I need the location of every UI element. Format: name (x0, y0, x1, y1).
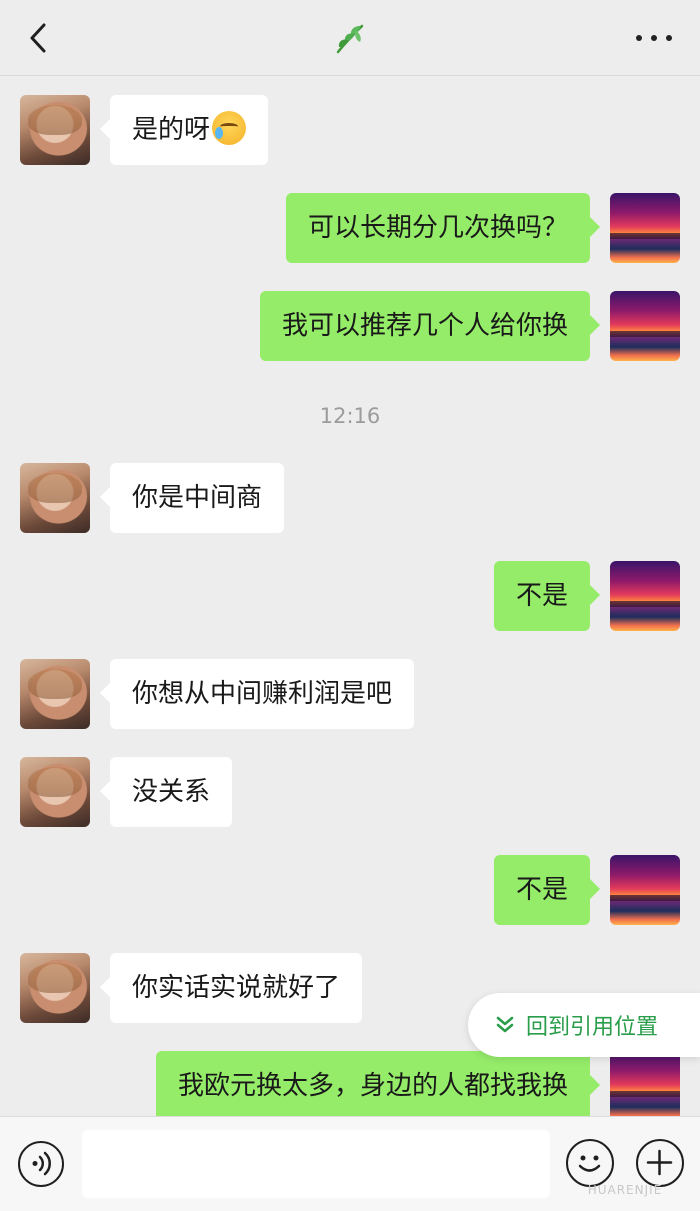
crying-laughing-emoji-icon (212, 110, 247, 145)
more-dot (651, 35, 657, 41)
message-row: 不是 (0, 561, 700, 631)
message-text: 是的呀 (132, 115, 211, 145)
timestamp: 12:16 (319, 404, 381, 428)
chat-header (0, 0, 700, 76)
jump-to-quote-button[interactable]: 回到引用位置 (468, 993, 700, 1057)
message-text: 没关系 (132, 777, 211, 807)
more-dot (636, 35, 642, 41)
leaf-icon (336, 24, 364, 54)
watermark: HUARENJIE (587, 1183, 663, 1197)
chat-area[interactable]: 是的呀 可以长期分几次换吗？ 我可以推荐几个人给你换 12:16 你是中间商 不… (0, 76, 700, 1116)
double-chevron-down-icon (496, 1016, 514, 1033)
chevron-left-icon (30, 23, 46, 53)
contact-avatar[interactable] (20, 757, 90, 827)
more-button[interactable] (636, 26, 672, 50)
self-avatar[interactable] (610, 561, 680, 631)
message-text: 可以长期分几次换吗？ (307, 213, 568, 243)
self-avatar[interactable] (610, 193, 680, 263)
contact-avatar[interactable] (20, 463, 90, 533)
message-text: 不是 (515, 875, 568, 905)
message-row: 你想从中间赚利润是吧 (0, 659, 700, 729)
message-text: 不是 (515, 581, 568, 611)
message-text: 你想从中间赚利润是吧 (132, 679, 393, 709)
emoji-icon (578, 1155, 601, 1172)
message-row: 你是中间商 (0, 463, 700, 533)
more-functions-button[interactable] (636, 1139, 684, 1187)
more-dot (666, 35, 672, 41)
jump-to-quote-label: 回到引用位置 (526, 1015, 659, 1040)
self-avatar[interactable] (610, 855, 680, 925)
message-text: 你实话实说就好了 (132, 973, 341, 1003)
outgoing-bubble[interactable]: 不是 (493, 855, 601, 925)
self-avatar[interactable] (610, 1051, 680, 1116)
message-row: 我欧元换太多，身边的人都找我换 (0, 1051, 700, 1116)
contact-avatar[interactable] (20, 95, 90, 165)
contact-avatar[interactable] (20, 953, 90, 1023)
voice-icon (32, 1151, 51, 1176)
incoming-bubble[interactable]: 你是中间商 (99, 463, 285, 533)
emoji-button[interactable] (566, 1139, 614, 1187)
outgoing-bubble[interactable]: 我欧元换太多，身边的人都找我换 (155, 1051, 601, 1116)
message-row: 是的呀 (0, 95, 700, 165)
back-button[interactable] (22, 20, 54, 56)
voice-button[interactable] (18, 1141, 64, 1187)
message-row: 可以长期分几次换吗？ (0, 193, 700, 263)
message-row: 没关系 (0, 757, 700, 827)
message-text: 我可以推荐几个人给你换 (281, 311, 568, 341)
incoming-bubble[interactable]: 是的呀 (99, 95, 269, 165)
outgoing-bubble[interactable]: 可以长期分几次换吗？ (285, 193, 601, 263)
message-input[interactable] (82, 1130, 550, 1198)
self-avatar[interactable] (610, 291, 680, 361)
outgoing-bubble[interactable]: 我可以推荐几个人给你换 (259, 291, 601, 361)
incoming-bubble[interactable]: 你想从中间赚利润是吧 (99, 659, 415, 729)
message-row: 不是 (0, 855, 700, 925)
incoming-bubble[interactable]: 没关系 (99, 757, 233, 827)
plus-icon (646, 1149, 673, 1176)
incoming-bubble[interactable]: 你实话实说就好了 (99, 953, 363, 1023)
message-text: 我欧元换太多，身边的人都找我换 (177, 1071, 568, 1101)
outgoing-bubble[interactable]: 不是 (493, 561, 601, 631)
message-text: 你是中间商 (132, 483, 263, 513)
message-row: 我可以推荐几个人给你换 (0, 291, 700, 361)
contact-avatar[interactable] (20, 659, 90, 729)
